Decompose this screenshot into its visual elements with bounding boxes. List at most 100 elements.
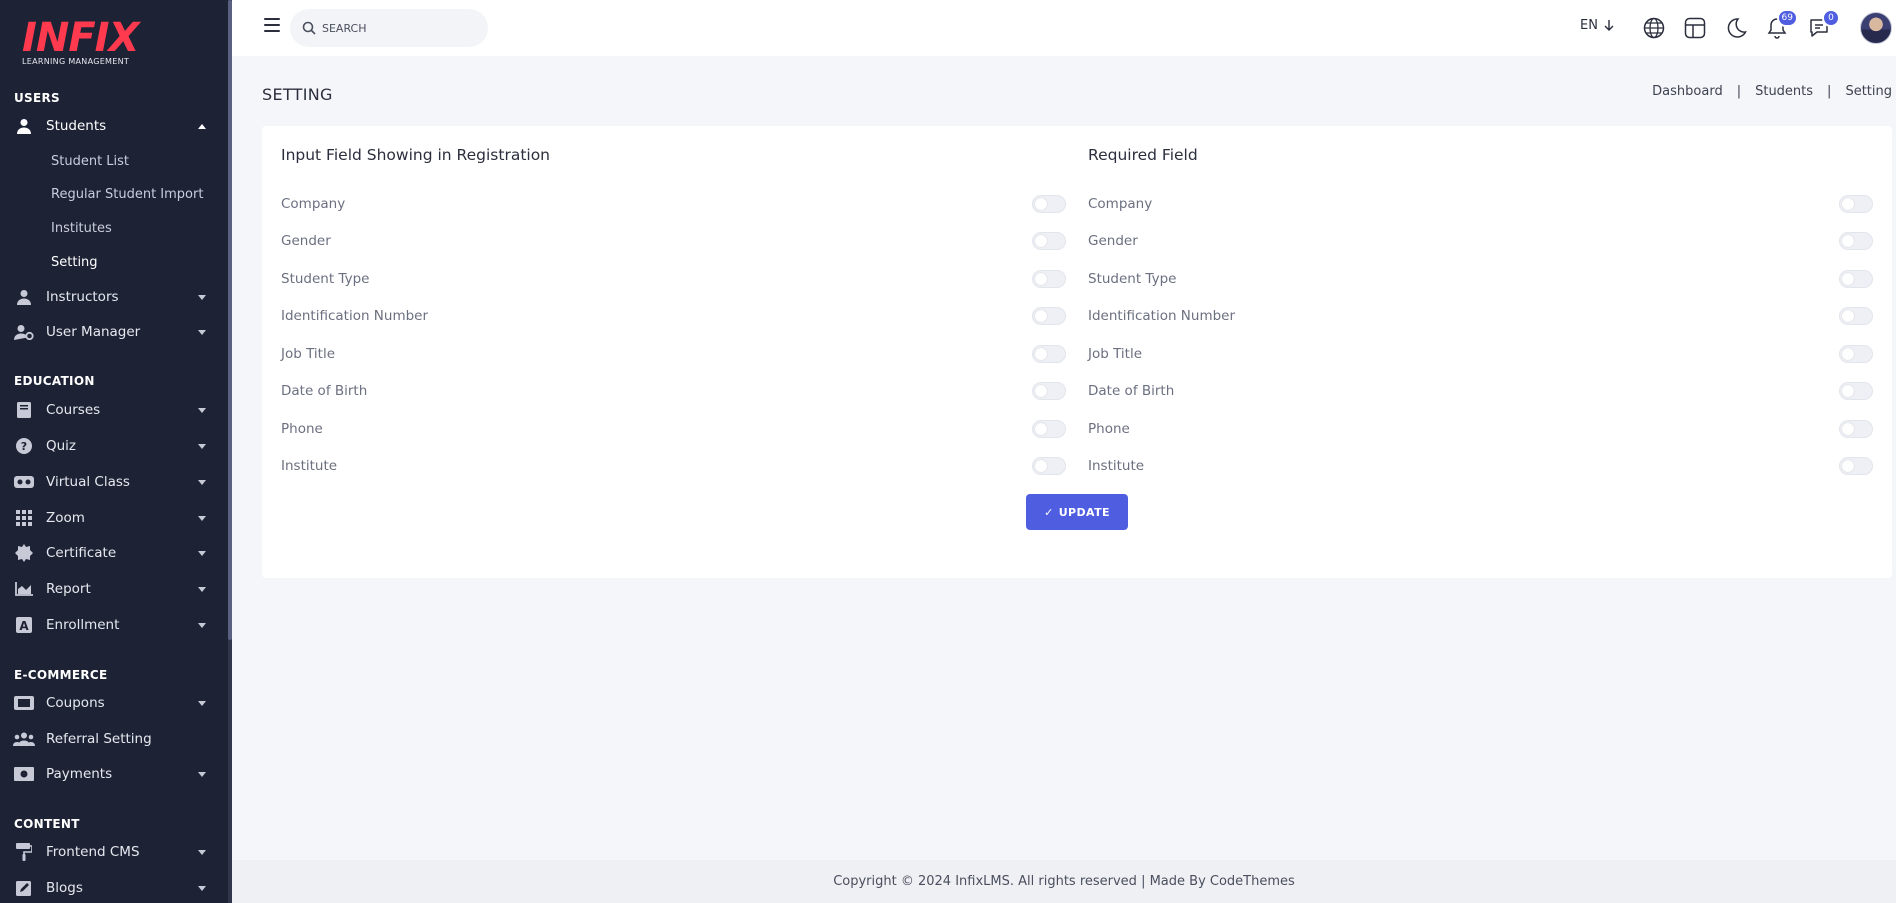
menu-toggle-icon[interactable] <box>264 18 280 32</box>
search-box[interactable] <box>290 9 488 47</box>
message-icon[interactable]: 0 <box>1808 9 1840 39</box>
sidebar-item-virtual-class[interactable]: Virtual Class <box>0 466 228 498</box>
language-selector[interactable]: EN <box>1580 18 1614 33</box>
sidebar-item-label: Zoom <box>46 510 85 526</box>
logo-text: INFIX <box>22 15 139 61</box>
field-label-job-title: Job Title <box>1088 346 1143 362</box>
section-title-users: USERS <box>14 91 60 105</box>
toggle-show-phone[interactable] <box>1032 420 1066 438</box>
user-avatar[interactable] <box>1860 12 1892 44</box>
logo-subtitle: LEARNING MANAGEMENT <box>22 57 130 66</box>
page-title: SETTING <box>262 85 333 104</box>
sidebar-item-label: Payments <box>46 766 113 782</box>
toggle-show-institute[interactable] <box>1032 457 1066 475</box>
notification-count-badge: 69 <box>1776 9 1798 27</box>
caret-down-icon <box>198 885 206 891</box>
caret-down-icon <box>198 586 206 592</box>
field-label-institute: Institute <box>1088 458 1145 474</box>
sidebar-item-label: Report <box>46 581 91 597</box>
sidebar-item-label: Enrollment <box>46 617 120 633</box>
sidebar-item-label: Blogs <box>46 880 83 896</box>
sidebar-subitem-student-list[interactable]: Student List <box>51 154 129 169</box>
toggle-required-student-type[interactable] <box>1839 270 1873 288</box>
settings-card: Input Field Showing in Registration Requ… <box>262 126 1892 578</box>
registration-fields-title: Input Field Showing in Registration <box>281 146 551 164</box>
sidebar-item-enrollment[interactable]: A Enrollment <box>0 609 228 641</box>
field-label-date-of-birth: Date of Birth <box>281 383 368 399</box>
sidebar-item-courses[interactable]: Courses <box>0 394 228 426</box>
field-label-institute: Institute <box>281 458 338 474</box>
sidebar-item-zoom[interactable]: Zoom <box>0 502 228 534</box>
toggle-required-company[interactable] <box>1839 195 1873 213</box>
sidebar-subitem-institutes[interactable]: Institutes <box>51 221 112 236</box>
search-input[interactable] <box>322 21 472 35</box>
caret-up-icon <box>198 123 206 129</box>
certificate-badge-icon <box>13 544 35 562</box>
sidebar-item-report[interactable]: Report <box>0 573 228 605</box>
field-label-identification-number: Identification Number <box>281 308 429 324</box>
logo[interactable]: INFIX LEARNING MANAGEMENT <box>22 18 142 68</box>
caret-down-icon <box>198 700 206 706</box>
breadcrumb-students[interactable]: Students <box>1755 84 1813 99</box>
money-bill-icon <box>13 765 35 783</box>
breadcrumb-dashboard[interactable]: Dashboard <box>1652 84 1723 99</box>
sidebar-item-payments[interactable]: Payments <box>0 758 228 790</box>
field-label-company: Company <box>1088 196 1153 212</box>
sidebar-scrollbar[interactable] <box>228 0 232 903</box>
field-label-company: Company <box>281 196 346 212</box>
section-title-education: EDUCATION <box>14 374 95 388</box>
toggle-show-date-of-birth[interactable] <box>1032 382 1066 400</box>
toggle-required-date-of-birth[interactable] <box>1839 382 1873 400</box>
sidebar-item-frontend-cms[interactable]: Frontend CMS <box>0 836 228 868</box>
language-code: EN <box>1580 18 1598 33</box>
breadcrumb-separator: | <box>1827 84 1832 99</box>
globe-icon[interactable] <box>1643 17 1665 39</box>
field-label-student-type: Student Type <box>1088 271 1177 287</box>
sidebar-item-instructors[interactable]: Instructors <box>0 281 228 313</box>
check-icon: ✓ <box>1044 505 1054 519</box>
toggle-show-identification-number[interactable] <box>1032 307 1066 325</box>
sidebar-item-user-manager[interactable]: User Manager <box>0 316 228 348</box>
caret-down-icon <box>198 329 206 335</box>
breadcrumb-setting: Setting <box>1845 84 1892 99</box>
sidebar-item-referral-setting[interactable]: Referral Setting <box>0 723 228 755</box>
users-cog-icon <box>13 323 35 341</box>
sidebar-scrollbar-thumb[interactable] <box>228 0 232 640</box>
footer: Copyright © 2024 InfixLMS. All rights re… <box>232 860 1896 903</box>
sidebar-item-label: User Manager <box>46 324 141 340</box>
sidebar-subitem-setting[interactable]: Setting <box>51 255 98 270</box>
toggle-required-institute[interactable] <box>1839 457 1873 475</box>
toggle-required-identification-number[interactable] <box>1839 307 1873 325</box>
sidebar-subitem-regular-student-import[interactable]: Regular Student Import <box>51 187 203 202</box>
layout-icon[interactable] <box>1684 17 1706 39</box>
svg-text:A: A <box>19 619 29 633</box>
sidebar-item-label: Virtual Class <box>46 474 130 490</box>
toggle-required-gender[interactable] <box>1839 232 1873 250</box>
toggle-show-student-type[interactable] <box>1032 270 1066 288</box>
caret-down-icon <box>198 294 206 300</box>
instructor-icon <box>13 288 35 306</box>
svg-text:?: ? <box>21 440 27 453</box>
breadcrumb-separator: | <box>1736 84 1742 99</box>
moon-icon[interactable] <box>1725 17 1747 39</box>
sidebar-item-label: Students <box>46 118 107 134</box>
edit-icon <box>13 879 35 897</box>
sidebar-item-quiz[interactable]: ? Quiz <box>0 430 228 462</box>
sidebar: INFIX LEARNING MANAGEMENT USERS Students… <box>0 0 232 903</box>
toggle-required-job-title[interactable] <box>1839 345 1873 363</box>
sidebar-item-certificate[interactable]: Certificate <box>0 537 228 569</box>
notification-bell-icon[interactable]: 69 <box>1766 9 1798 39</box>
sidebar-item-students[interactable]: Students <box>0 110 228 142</box>
required-fields-title: Required Field <box>1088 146 1198 164</box>
toggle-required-phone[interactable] <box>1839 420 1873 438</box>
toggle-show-company[interactable] <box>1032 195 1066 213</box>
sidebar-item-coupons[interactable]: Coupons <box>0 687 228 719</box>
caret-down-icon <box>198 515 206 521</box>
toggle-show-job-title[interactable] <box>1032 345 1066 363</box>
question-circle-icon: ? <box>13 437 35 455</box>
ticket-icon <box>13 694 35 712</box>
field-label-gender: Gender <box>281 233 331 249</box>
update-button[interactable]: ✓ UPDATE <box>1026 494 1128 530</box>
sidebar-item-blogs[interactable]: Blogs <box>0 872 228 903</box>
toggle-show-gender[interactable] <box>1032 232 1066 250</box>
